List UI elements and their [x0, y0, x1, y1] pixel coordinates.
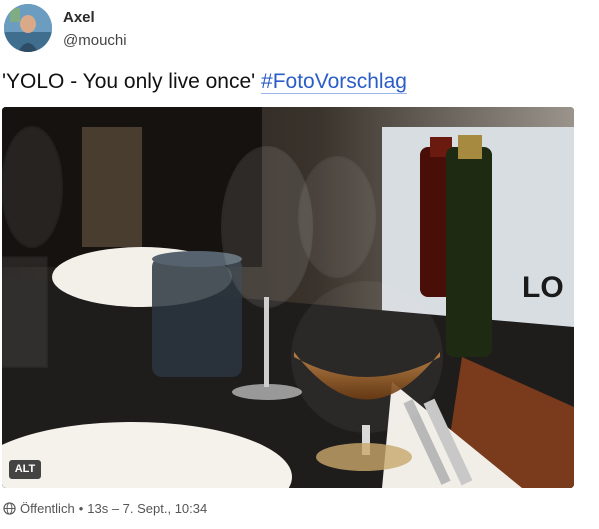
hashtag-link[interactable]: #FotoVorschlag	[261, 70, 407, 94]
svg-text:LO: LO	[522, 271, 564, 304]
media-image[interactable]: LO	[2, 107, 574, 488]
avatar-photo	[4, 4, 52, 52]
alt-text-badge[interactable]: ALT	[9, 460, 41, 479]
globe-icon	[3, 502, 16, 515]
meta-separator: •	[78, 501, 84, 516]
photo-table-glasses: LO	[2, 107, 574, 488]
avatar[interactable]	[4, 4, 52, 52]
post-meta: Öffentlich • 13s – 7. Sept., 10:34	[3, 501, 207, 516]
visibility-label[interactable]: Öffentlich	[20, 501, 75, 516]
author-handle[interactable]: @mouchi	[63, 32, 127, 49]
author-display-name[interactable]: Axel	[63, 9, 95, 26]
status-text: 'YOLO - You only live once' #FotoVorschl…	[2, 70, 407, 94]
timestamp[interactable]: 13s – 7. Sept., 10:34	[87, 501, 207, 516]
status-body: 'YOLO - You only live once'	[2, 70, 262, 93]
